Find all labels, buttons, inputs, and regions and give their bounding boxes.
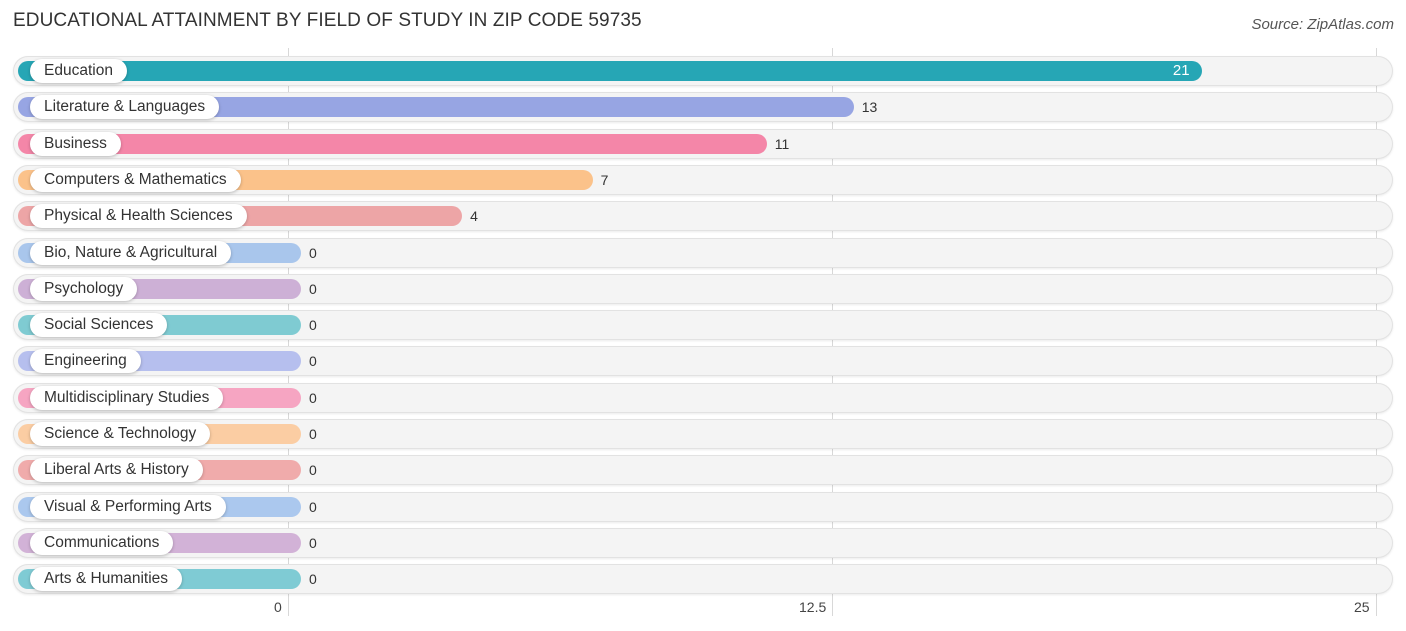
value-label: 0 xyxy=(309,571,317,587)
value-label: 4 xyxy=(470,208,478,224)
category-label: Literature & Languages xyxy=(30,95,220,119)
x-tick-label: 25 xyxy=(1354,599,1370,615)
value-label: 0 xyxy=(309,353,317,369)
category-label: Business xyxy=(30,132,121,156)
category-label: Social Sciences xyxy=(30,313,168,337)
category-label: Education xyxy=(30,59,127,83)
bar-chart: 0 12.5 25 Education 21 Literature & Languages… xyxy=(0,0,1406,631)
value-label: 0 xyxy=(309,281,317,297)
category-label: Communications xyxy=(30,531,174,555)
x-tick-label: 12.5 xyxy=(799,599,827,615)
category-label: Arts & Humanities xyxy=(30,567,183,591)
x-tick-label: 0 xyxy=(274,599,282,615)
category-label: Bio, Nature & Agricultural xyxy=(30,241,232,265)
value-label: 0 xyxy=(309,426,317,442)
category-label: Engineering xyxy=(30,349,141,373)
category-label: Visual & Performing Arts xyxy=(30,495,226,519)
value-label: 0 xyxy=(309,499,317,515)
category-label: Computers & Mathematics xyxy=(30,168,241,192)
value-label: 0 xyxy=(309,245,317,261)
value-label: 7 xyxy=(600,172,609,188)
category-label: Multidisciplinary Studies xyxy=(30,386,224,410)
value-label: 0 xyxy=(309,390,317,406)
category-label: Psychology xyxy=(30,277,138,301)
bar xyxy=(18,61,1202,81)
value-label: 11 xyxy=(774,136,790,152)
bar xyxy=(18,134,767,154)
value-label: 0 xyxy=(309,535,317,551)
value-label: 21 xyxy=(1172,62,1190,79)
value-label: 13 xyxy=(861,99,878,115)
value-label: 0 xyxy=(309,317,317,333)
category-label: Physical & Health Sciences xyxy=(30,204,247,228)
category-label: Science & Technology xyxy=(30,422,211,446)
value-label: 0 xyxy=(309,462,317,478)
category-label: Liberal Arts & History xyxy=(30,458,203,482)
